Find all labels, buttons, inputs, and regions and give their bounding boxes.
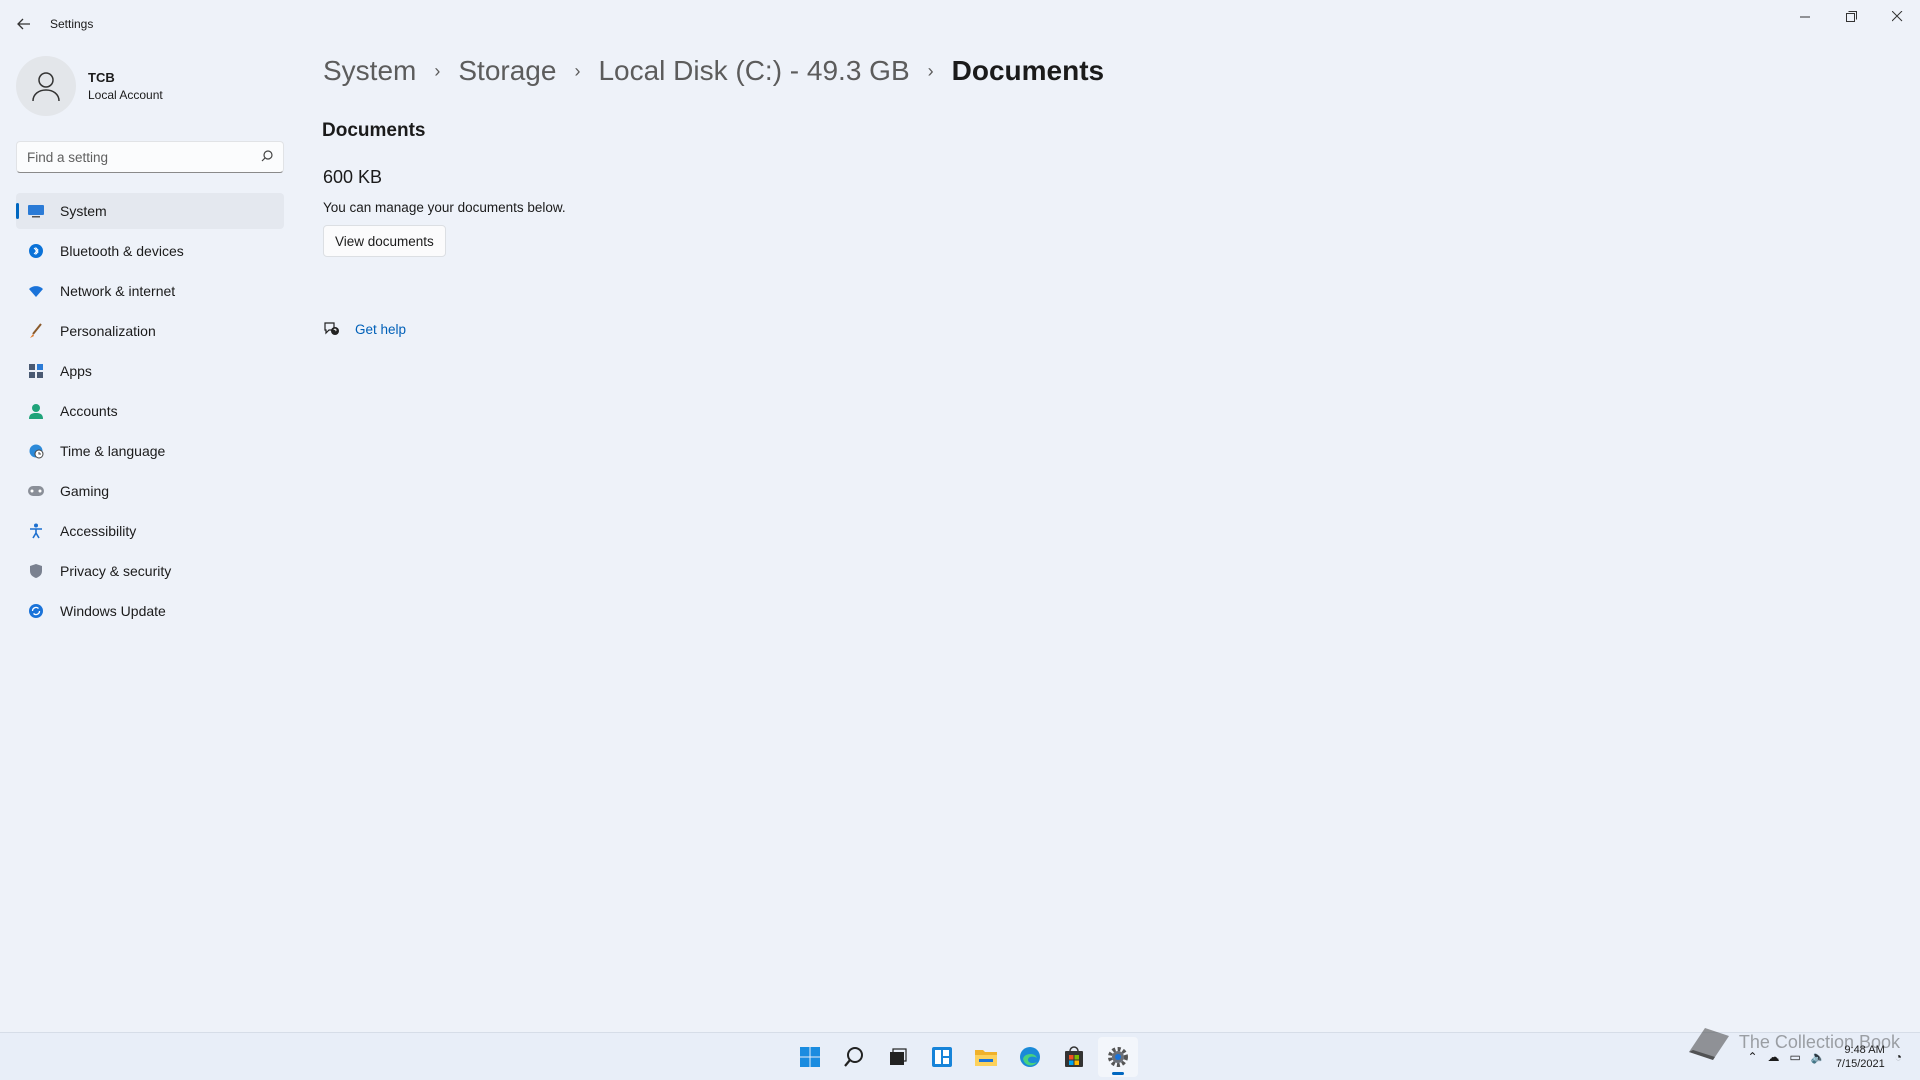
sidebar-item-label: Accounts (60, 403, 118, 419)
breadcrumb-local-disk[interactable]: Local Disk (C:) - 49.3 GB (598, 55, 909, 87)
task-view-button[interactable] (878, 1037, 918, 1077)
sidebar-item-gaming[interactable]: Gaming (16, 473, 284, 509)
globe-clock-icon (26, 441, 46, 461)
view-documents-button[interactable]: View documents (323, 225, 446, 257)
sidebar-item-privacy[interactable]: Privacy & security (16, 553, 284, 589)
user-icon (32, 72, 60, 102)
window-controls (1782, 0, 1920, 32)
breadcrumb-system[interactable]: System (323, 55, 416, 87)
sidebar-item-label: Gaming (60, 483, 110, 499)
sidebar-item-label: Accessibility (60, 523, 137, 539)
taskbar: ⌃ ☁ ▭ 🔈 9:48 AM 7/15/2021 ◔ (0, 1032, 1920, 1080)
sidebar-item-system[interactable]: System (16, 193, 284, 229)
user-profile[interactable]: TCB Local Account (16, 56, 163, 116)
search-input[interactable] (27, 149, 261, 165)
minimize-icon (1799, 16, 1810, 17)
chevron-right-icon: › (574, 60, 581, 81)
breadcrumb-storage[interactable]: Storage (458, 55, 556, 87)
chevron-right-icon: › (927, 60, 934, 81)
close-button[interactable] (1874, 0, 1920, 32)
breadcrumb: System › Storage › Local Disk (C:) - 49.… (323, 55, 1104, 87)
settings-button[interactable] (1098, 1037, 1138, 1077)
breadcrumb-documents: Documents (951, 55, 1105, 86)
back-button[interactable] (10, 10, 38, 38)
search-box (16, 141, 284, 173)
apps-icon (26, 361, 46, 381)
sidebar-item-label: Personalization (60, 323, 156, 339)
store-button[interactable] (1054, 1037, 1094, 1077)
watermark: The Collection Book (1685, 1022, 1900, 1062)
search-icon (844, 1047, 863, 1067)
user-name: TCB (88, 70, 115, 85)
get-help-link[interactable]: Get help (355, 322, 406, 337)
edge-button[interactable] (1010, 1037, 1050, 1077)
chevron-right-icon: › (434, 60, 441, 81)
sidebar-item-accessibility[interactable]: Accessibility (16, 513, 284, 549)
sidebar-item-label: System (60, 203, 107, 219)
settings-icon (1108, 1047, 1128, 1067)
widgets-button[interactable] (922, 1037, 962, 1077)
sidebar-item-accounts[interactable]: Accounts (16, 393, 284, 429)
restore-icon (1845, 10, 1857, 22)
sidebar-item-apps[interactable]: Apps (16, 353, 284, 389)
brush-icon (26, 321, 46, 341)
sidebar-item-windows-update[interactable]: Windows Update (16, 593, 284, 629)
shield-icon (26, 561, 46, 581)
get-help[interactable]: Get help (323, 320, 406, 338)
system-icon (26, 201, 46, 221)
section-title: Documents (322, 120, 426, 141)
file-explorer-icon (975, 1050, 997, 1066)
close-icon (1891, 10, 1902, 21)
title-bar: Settings (0, 0, 1920, 48)
minimize-button[interactable] (1782, 0, 1828, 32)
accessibility-icon (26, 521, 46, 541)
documents-size: 600 KB (323, 167, 383, 187)
gamepad-icon (26, 481, 46, 501)
taskbar-search-button[interactable] (834, 1037, 874, 1077)
watermark-text: The Collection Book (1738, 1031, 1900, 1052)
edge-icon (1020, 1047, 1040, 1067)
help-chat-icon (323, 320, 341, 338)
avatar (16, 56, 76, 116)
bluetooth-icon (26, 241, 46, 261)
restore-button[interactable] (1828, 0, 1874, 32)
sidebar-item-label: Time & language (60, 443, 166, 459)
store-icon (1065, 1046, 1083, 1067)
start-button[interactable] (790, 1037, 830, 1077)
sidebar-item-network[interactable]: Network & internet (16, 273, 284, 309)
back-arrow-icon (17, 18, 30, 30)
account-type: Local Account (88, 88, 163, 102)
widgets-icon (932, 1047, 952, 1067)
start-icon (800, 1047, 820, 1067)
sidebar-item-personalization[interactable]: Personalization (16, 313, 284, 349)
sidebar-item-label: Bluetooth & devices (60, 243, 184, 259)
sidebar-item-label: Apps (60, 363, 92, 379)
sidebar-item-bluetooth[interactable]: Bluetooth & devices (16, 233, 284, 269)
sidebar-nav: System Bluetooth & devices Network & int… (16, 193, 284, 633)
sidebar-item-label: Privacy & security (60, 563, 172, 579)
sidebar-item-label: Network & internet (60, 283, 176, 299)
book-logo-icon (1688, 1028, 1729, 1060)
accounts-icon (26, 401, 46, 421)
documents-description: You can manage your documents below. (323, 200, 566, 215)
task-view-icon (890, 1048, 907, 1065)
sidebar-item-label: Windows Update (60, 603, 166, 619)
file-explorer-button[interactable] (966, 1037, 1006, 1077)
update-icon (26, 601, 46, 621)
app-title: Settings (50, 17, 94, 31)
search-icon[interactable] (261, 149, 273, 165)
sidebar-item-time-language[interactable]: Time & language (16, 433, 284, 469)
wifi-icon (26, 281, 46, 301)
